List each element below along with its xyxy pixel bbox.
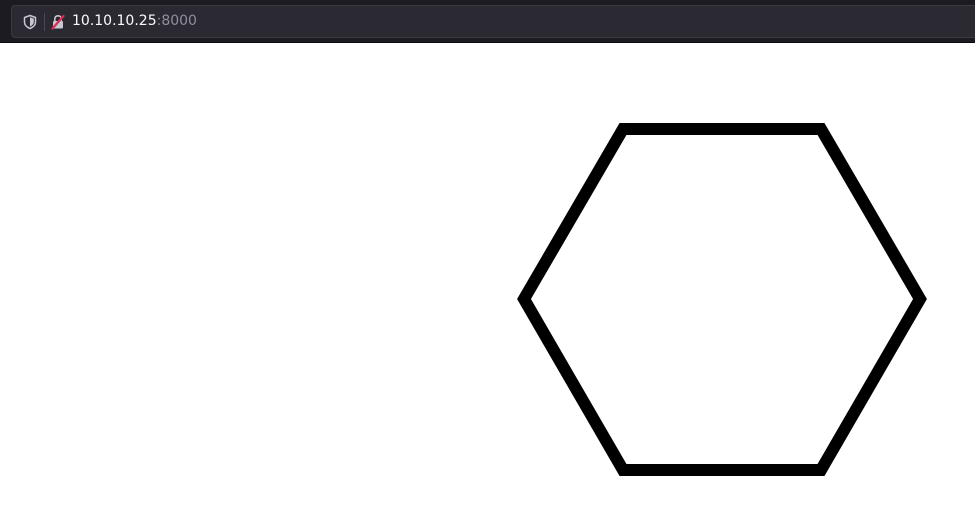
- url-host: 10.10.10.25: [72, 13, 157, 29]
- address-bar[interactable]: 10.10.10.25:8000: [11, 5, 975, 38]
- urlbar-separator: [44, 13, 45, 31]
- browser-toolbar: 10.10.10.25:8000: [0, 0, 975, 43]
- shield-icon[interactable]: [18, 6, 42, 37]
- hexagon-shape: [517, 123, 927, 476]
- hexagon-outline: [517, 123, 927, 476]
- url-text[interactable]: 10.10.10.25:8000: [72, 6, 197, 37]
- insecure-lock-icon[interactable]: [46, 6, 70, 37]
- url-port: :8000: [156, 13, 197, 29]
- page-content: [0, 43, 975, 527]
